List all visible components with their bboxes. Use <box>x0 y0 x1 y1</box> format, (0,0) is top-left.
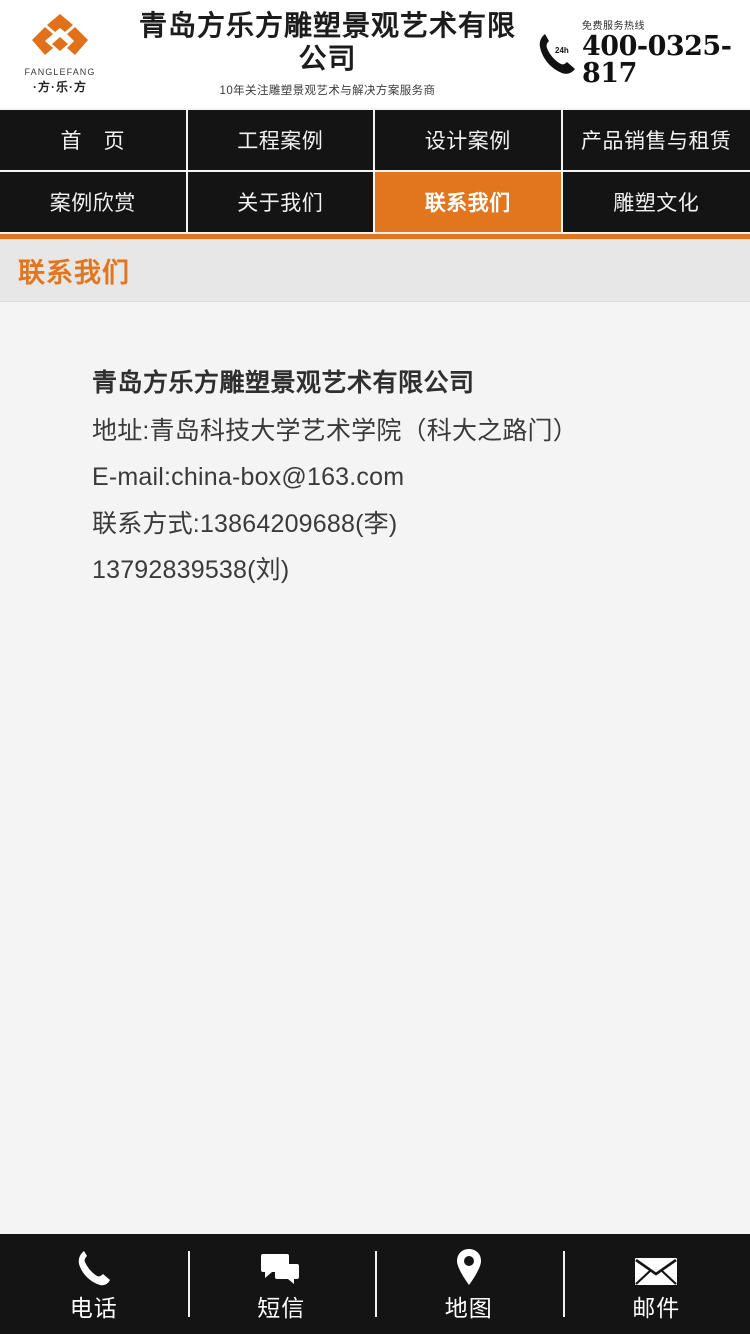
bottom-action-bar: 电话 短信 地图 邮件 <box>0 1234 750 1334</box>
contact-email: E-mail:china-box@163.com <box>92 463 405 491</box>
hotline-label: 免费服务热线 <box>582 20 645 32</box>
contact-company-name: 青岛方乐方雕塑景观艺术有限公司 <box>92 369 475 397</box>
hotline-block[interactable]: 24h 免费服务热线 400-0325-817 <box>535 20 750 89</box>
site-logo[interactable]: FANGLEFANG ·方·乐·方 <box>0 4 120 104</box>
nav-item-contact-us[interactable]: 联系我们 <box>375 172 563 234</box>
site-header: FANGLEFANG ·方·乐·方 青岛方乐方雕塑景观艺术有限公司 10年关注雕… <box>0 0 750 108</box>
hotline-number: 400-0325-817 <box>582 30 732 89</box>
company-slogan: 10年关注雕塑景观艺术与解决方案服务商 <box>219 84 436 97</box>
page-title-bar: 联系我们 <box>0 234 750 302</box>
nav-item-about-us[interactable]: 关于我们 <box>187 172 375 234</box>
main-navigation: 首 页 工程案例 设计案例 产品销售与租赁 案例欣赏 关于我们 联系我们 雕塑文… <box>0 108 750 234</box>
bottom-label-sms: 短信 <box>257 1295 306 1321</box>
nav-item-product-sales-rental[interactable]: 产品销售与租赁 <box>562 110 750 172</box>
nav-item-sculpture-culture[interactable]: 雕塑文化 <box>562 172 750 234</box>
logo-en-text: FANGLEFANG <box>24 67 96 77</box>
header-title-block: 青岛方乐方雕塑景观艺术有限公司 10年关注雕塑景观艺术与解决方案服务商 <box>120 10 535 97</box>
nav-item-engineering-cases[interactable]: 工程案例 <box>187 110 375 172</box>
phone-icon <box>76 1245 112 1287</box>
contact-content: 青岛方乐方雕塑景观艺术有限公司 地址:青岛科技大学艺术学院（科大之路门） E-m… <box>0 302 750 594</box>
hotline-text-block: 免费服务热线 400-0325-817 <box>582 20 736 89</box>
phone-handset-icon: 24h <box>539 34 575 74</box>
nav-item-case-appreciation[interactable]: 案例欣赏 <box>0 172 188 234</box>
contact-phone-secondary: 13792839538(刘) <box>92 556 290 584</box>
page-title: 联系我们 <box>18 257 130 288</box>
page-root: FANGLEFANG ·方·乐·方 青岛方乐方雕塑景观艺术有限公司 10年关注雕… <box>0 0 750 1334</box>
logo-cn-text: ·方·乐·方 <box>33 80 87 94</box>
bottom-item-phone[interactable]: 电话 <box>0 1234 188 1334</box>
bottom-item-map[interactable]: 地图 <box>375 1234 563 1334</box>
bottom-item-email[interactable]: 邮件 <box>562 1234 750 1334</box>
diamond-blocks-logo-icon <box>32 14 88 55</box>
bottom-label-map: 地图 <box>444 1295 493 1321</box>
chat-bubbles-icon <box>261 1245 301 1287</box>
contact-phone-primary: 联系方式:13864209688(李) <box>92 509 398 538</box>
nav-item-home[interactable]: 首 页 <box>0 110 188 172</box>
contact-address: 地址:青岛科技大学艺术学院（科大之路门） <box>92 416 578 445</box>
envelope-icon <box>634 1245 678 1287</box>
bottom-item-sms[interactable]: 短信 <box>187 1234 376 1334</box>
map-pin-icon <box>454 1245 484 1287</box>
svg-text:24h: 24h <box>555 46 569 55</box>
bottom-label-email: 邮件 <box>632 1295 681 1321</box>
nav-item-design-cases[interactable]: 设计案例 <box>375 110 563 172</box>
bottom-label-phone: 电话 <box>69 1295 118 1321</box>
company-name: 青岛方乐方雕塑景观艺术有限公司 <box>138 9 516 75</box>
